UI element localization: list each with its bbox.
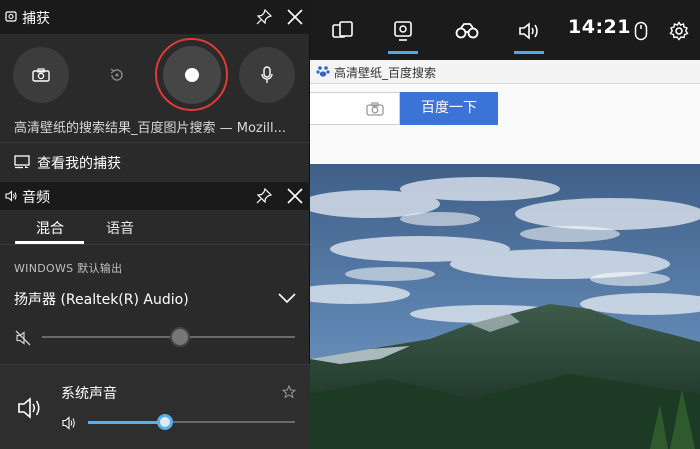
search-input[interactable] <box>310 92 400 125</box>
performance-icon[interactable] <box>454 18 480 44</box>
app-volume-slider[interactable] <box>88 414 295 430</box>
close-icon[interactable] <box>286 8 304 26</box>
browser-tab[interactable]: 高清壁纸_百度搜索 <box>310 60 700 84</box>
audio-icon[interactable] <box>516 18 542 44</box>
star-icon[interactable] <box>282 385 296 399</box>
record-last-30s-button[interactable] <box>89 47 145 103</box>
game-bar-top: 14:21 <box>310 0 700 60</box>
output-device-name: 扬声器 (Realtek(R) Audio) <box>14 292 189 308</box>
slider-thumb[interactable] <box>156 414 173 430</box>
background-browser-window: 高清壁纸_百度搜索 百度一下 <box>310 0 700 449</box>
baidu-paw-icon <box>316 66 330 77</box>
capture-target-window-title: 高清壁纸的搜索结果_百度图片搜索 — Mozill... <box>14 121 286 136</box>
tab-voice[interactable]: 语音 <box>106 218 134 238</box>
master-volume-slider[interactable] <box>42 327 295 347</box>
gallery-icon <box>14 155 30 169</box>
audio-active-indicator <box>514 51 544 54</box>
browser-tab-title: 高清壁纸_百度搜索 <box>334 66 437 80</box>
windows-default-output-label: WINDOWS 默认输出 <box>14 262 123 275</box>
pin-icon[interactable] <box>256 9 272 25</box>
divider <box>0 244 310 245</box>
capture-widget: 捕获 高清壁纸的搜索结果_百度图片搜索 — Mozill... 查看我的捕获 <box>0 0 310 182</box>
screenshot-button[interactable] <box>13 47 69 103</box>
replay-icon <box>110 68 123 81</box>
app-volume-system-sounds: 系统声音 <box>0 365 310 449</box>
settings-icon[interactable] <box>666 18 692 44</box>
app-name: 系统声音 <box>61 386 117 402</box>
speaker-icon <box>18 397 40 419</box>
record-dot-icon <box>185 68 199 82</box>
output-device-select[interactable]: 扬声器 (Realtek(R) Audio) <box>0 282 310 312</box>
speaker-small-icon[interactable] <box>62 416 76 430</box>
slider-thumb[interactable] <box>170 327 191 347</box>
capture-header[interactable]: 捕获 <box>0 0 310 34</box>
mouse-icon[interactable] <box>628 18 654 44</box>
tab-mix[interactable]: 混合 <box>36 218 64 238</box>
capture-widget-icon <box>5 11 17 22</box>
microphone-button[interactable] <box>239 47 295 103</box>
camera-icon <box>32 68 50 82</box>
capture-active-indicator <box>388 51 418 54</box>
slider-track <box>42 336 295 338</box>
view-my-captures-link[interactable]: 查看我的捕获 <box>0 142 310 182</box>
view-my-captures-label: 查看我的捕获 <box>37 156 121 172</box>
baidu-search-button[interactable]: 百度一下 <box>400 92 498 125</box>
chevron-down-icon <box>278 293 296 304</box>
camera-search-icon[interactable] <box>366 102 384 116</box>
capture-icon[interactable] <box>390 18 416 44</box>
capture-title: 捕获 <box>22 11 50 27</box>
wallpaper-image <box>310 164 700 449</box>
slider-fill <box>88 421 165 424</box>
microphone-icon <box>261 66 273 83</box>
audio-header[interactable]: 音频 <box>0 182 310 210</box>
start-recording-button[interactable] <box>163 46 221 104</box>
speaker-muted-icon[interactable] <box>15 330 31 346</box>
close-icon[interactable] <box>286 187 304 205</box>
clock: 14:21 <box>568 16 631 38</box>
audio-title: 音频 <box>22 190 50 206</box>
baidu-search-bar: 百度一下 <box>310 84 700 164</box>
audio-widget: 音频 混合 语音 WINDOWS 默认输出 扬声器 (Realtek(R) Au… <box>0 182 310 449</box>
widget-menu-icon[interactable] <box>330 18 356 44</box>
speaker-widget-icon <box>5 190 17 202</box>
pin-icon[interactable] <box>256 188 272 204</box>
